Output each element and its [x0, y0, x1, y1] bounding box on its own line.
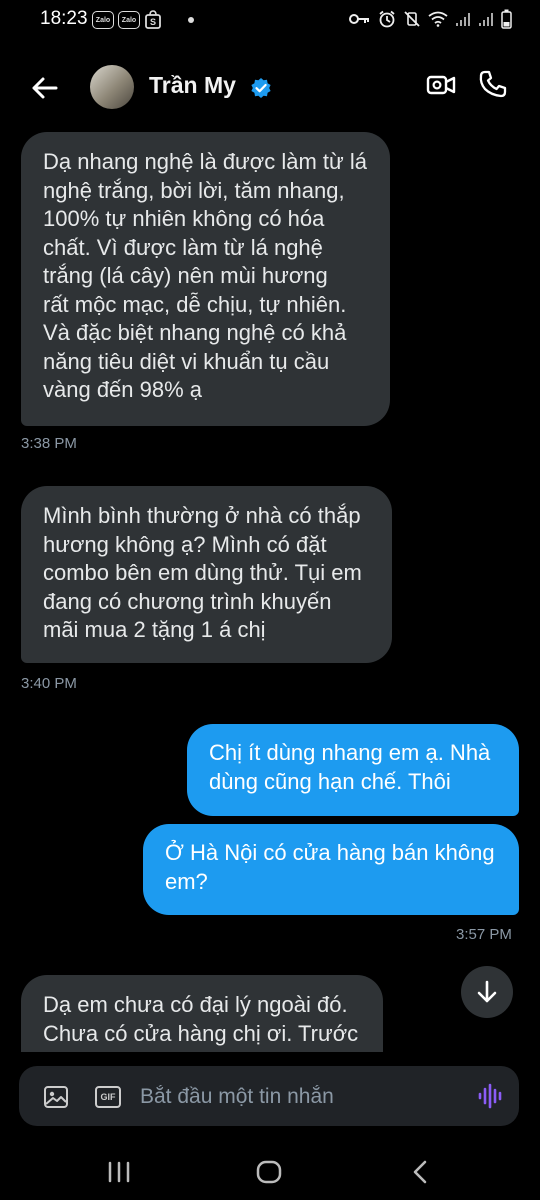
- avatar[interactable]: [90, 65, 134, 109]
- status-time: 18:23: [40, 8, 88, 29]
- more-notifications-dot: [188, 17, 194, 23]
- back-icon[interactable]: [404, 1156, 436, 1188]
- signal-icon: [456, 13, 470, 26]
- back-button[interactable]: [26, 70, 62, 106]
- conversation-header: Trần My: [0, 48, 540, 128]
- system-status-icons: [349, 9, 512, 29]
- status-bar: 18:23 Zalo Zalo S: [0, 0, 540, 40]
- message-line: combo bên em dùng thử. Tụi em: [43, 560, 362, 585]
- message-input[interactable]: [138, 1070, 462, 1124]
- wifi-icon: [428, 11, 448, 27]
- incoming-message[interactable]: Mình bình thường ở nhà có thắp hương khô…: [21, 486, 392, 663]
- signal-icon-2: [479, 13, 493, 26]
- phone-call-button[interactable]: [478, 69, 508, 99]
- contact-name[interactable]: Trần My: [149, 72, 236, 99]
- video-call-button[interactable]: [426, 70, 456, 100]
- recent-apps-icon[interactable]: [103, 1156, 135, 1188]
- message-timestamp: 3:40 PM: [21, 675, 77, 692]
- arrow-down-icon: [477, 980, 497, 1003]
- outgoing-message[interactable]: Chị ít dùng nhang em ạ. Nhà dùng cũng hạ…: [187, 724, 519, 816]
- image-icon[interactable]: [43, 1084, 69, 1110]
- message-line: Ở Hà Nội có cửa hàng bán không: [165, 840, 495, 865]
- message-line: rất mộc mạc, dễ chịu, tự nhiên.: [43, 291, 347, 317]
- message-line: vàng đến 98% ạ: [43, 377, 203, 402]
- message-timestamp: 3:57 PM: [456, 926, 512, 943]
- message-line: đang có chương trình khuyến: [43, 588, 332, 614]
- message-line: Mình bình thường ở nhà có thắp: [43, 503, 361, 528]
- zalo-notification-icon: Zalo: [92, 11, 114, 29]
- shopee-notification-icon: S: [145, 10, 161, 29]
- system-navigation-bar: [0, 1142, 540, 1200]
- message-timestamp: 3:38 PM: [21, 435, 77, 452]
- message-line: Dạ nhang nghệ là được làm từ lá: [43, 149, 367, 174]
- message-line: hương không ạ? Mình có đặt: [43, 531, 327, 557]
- key-icon: [349, 14, 369, 24]
- battery-icon: [501, 9, 512, 29]
- message-line: 100% tự nhiên không có hóa: [43, 206, 325, 231]
- message-line: năng tiêu diệt vi khuẩn tụ cầu: [43, 348, 330, 374]
- alarm-icon: [379, 10, 395, 28]
- gif-button[interactable]: GIF: [95, 1086, 121, 1108]
- incoming-message[interactable]: Dạ nhang nghệ là được làm từ lá nghệ trắ…: [21, 132, 390, 426]
- message-line: nghệ trắng, bời lời, tăm nhang,: [43, 177, 345, 203]
- message-line: chất. Vì được làm từ lá nghệ: [43, 234, 323, 260]
- gif-label: GIF: [100, 1092, 116, 1102]
- message-line: trắng (lá cây) nên mùi hương: [43, 263, 328, 288]
- notification-icons: Zalo Zalo S: [92, 10, 194, 30]
- message-line: Và đặc biệt nhang nghệ có khả: [43, 320, 347, 345]
- home-icon[interactable]: [253, 1156, 285, 1188]
- voice-message-icon[interactable]: [477, 1083, 503, 1109]
- message-line: em?: [165, 868, 208, 894]
- message-line: Chưa có cửa hàng chị ơi. Trước: [43, 1020, 359, 1046]
- zalo-notification-icon-2: Zalo: [118, 11, 140, 29]
- outgoing-message[interactable]: Ở Hà Nội có cửa hàng bán không em?: [143, 824, 519, 915]
- message-line: mãi mua 2 tặng 1 á chị: [43, 617, 266, 642]
- message-line: dùng cũng hạn chế. Thôi: [209, 768, 451, 794]
- vibrate-off-icon: [404, 11, 420, 27]
- svg-text:S: S: [150, 17, 156, 27]
- verified-badge-icon: [251, 78, 271, 98]
- message-line: Chị ít dùng nhang em ạ. Nhà: [209, 740, 491, 765]
- scroll-to-bottom-button[interactable]: [461, 966, 513, 1018]
- message-line: Dạ em chưa có đại lý ngoài đó.: [43, 992, 348, 1017]
